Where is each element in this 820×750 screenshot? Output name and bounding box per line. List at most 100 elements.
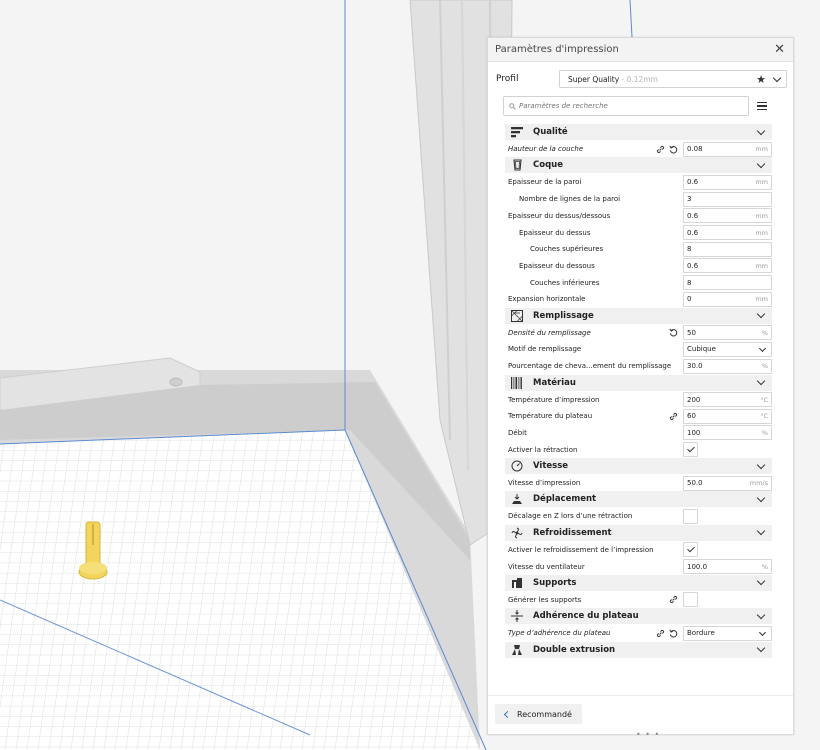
category-double-extrusion[interactable]: Double extrusion — [505, 641, 772, 658]
setting-input[interactable]: 8 — [683, 241, 772, 257]
setting-input[interactable]: 0.6 mm — [683, 208, 772, 224]
setting-unit: °C — [760, 412, 768, 421]
category-materiau[interactable]: Matériau — [505, 374, 772, 391]
category-supports[interactable]: Supports — [505, 574, 772, 591]
setting-row: Hauteur de la couche 0.08 mm — [505, 141, 772, 158]
search-input[interactable] — [516, 102, 739, 110]
setting-value: 50 — [687, 328, 696, 337]
setting-unit: % — [761, 328, 768, 337]
setting-value: 0.6 — [687, 228, 699, 237]
chevron-down-icon — [756, 493, 766, 503]
search-field[interactable] — [503, 96, 749, 116]
setting-input[interactable]: 0.6 mm — [683, 258, 772, 274]
category-remplissage[interactable]: Remplissage — [505, 307, 772, 324]
category-vitesse[interactable]: Vitesse — [505, 458, 772, 474]
setting-checkbox[interactable] — [683, 442, 698, 458]
travel-icon — [510, 493, 524, 505]
setting-input[interactable]: 30.0% — [683, 358, 772, 374]
favorite-star-icon[interactable]: ★ — [756, 73, 766, 86]
setting-input[interactable]: 3 — [683, 191, 772, 207]
setting-label: Nombre de lignes de la paroi — [519, 195, 621, 204]
category-coque[interactable]: Coque — [505, 157, 772, 174]
reset-icon[interactable] — [669, 328, 678, 337]
setting-dropdown[interactable]: Bordure — [683, 625, 772, 641]
profile-label: Profil — [496, 74, 519, 84]
setting-value: 100.0 — [687, 562, 708, 571]
setting-dropdown[interactable]: Cubique — [683, 341, 772, 357]
category-label: Adhérence du plateau — [533, 611, 639, 622]
link-icon[interactable] — [656, 629, 665, 638]
setting-label: Épaisseur du dessus/dessous — [508, 211, 611, 220]
speed-icon — [510, 460, 524, 472]
setting-label: Température d’impression — [508, 395, 600, 404]
link-icon[interactable] — [669, 595, 678, 604]
setting-checkbox[interactable] — [683, 508, 698, 524]
setting-input[interactable]: 50% — [683, 325, 772, 341]
setting-row: Débit 100% — [505, 425, 772, 442]
setting-row: Couches inférieures 8 — [505, 274, 772, 291]
chevron-down-icon — [756, 527, 766, 536]
setting-row: Épaisseur du dessous 0.6 mm — [505, 258, 772, 275]
setting-icons — [669, 412, 678, 421]
link-icon[interactable] — [656, 145, 665, 154]
setting-icons — [669, 328, 678, 337]
setting-input[interactable]: 50.0 mm/s — [683, 475, 772, 491]
close-icon[interactable]: ✕ — [774, 43, 785, 56]
category-label: Refroidissement — [533, 527, 612, 538]
settings-visibility-menu-icon[interactable] — [757, 101, 767, 111]
setting-input[interactable]: 60 °C — [683, 408, 772, 424]
setting-row: Température d’impression 200 °C — [505, 391, 772, 408]
category-refroidissement[interactable]: Refroidissement — [505, 524, 772, 541]
quality-icon — [510, 126, 524, 138]
dual-extrusion-icon — [510, 644, 524, 656]
setting-checkbox[interactable] — [683, 542, 698, 558]
setting-value: 30.0 — [687, 362, 703, 371]
setting-input[interactable]: 0.6 mm — [683, 225, 772, 241]
setting-input[interactable]: 100.0% — [683, 559, 772, 575]
chevron-left-icon — [503, 710, 512, 718]
recommended-mode-button[interactable]: Recommandé — [495, 704, 582, 724]
profile-dropdown[interactable]: Super Quality - 0.12mm ★ — [559, 70, 787, 88]
profile-name: Super Quality — [568, 74, 620, 84]
panel-footer: Recommandé • • • — [488, 695, 793, 739]
chevron-down-icon — [756, 643, 766, 653]
print-settings-panel: Paramètres d'impression ✕ Profil Super Q… — [487, 37, 794, 739]
setting-input[interactable]: 8 — [683, 275, 772, 291]
setting-value: 3 — [687, 195, 692, 204]
setting-unit: mm — [755, 211, 768, 220]
category-deplacement[interactable]: Déplacement — [505, 491, 772, 508]
setting-value: 50.0 — [687, 479, 703, 488]
resize-handle[interactable]: • • • — [636, 730, 660, 739]
link-icon[interactable] — [669, 412, 678, 421]
setting-input[interactable]: 0.08 mm — [683, 141, 772, 157]
category-adherence-du-plateau[interactable]: Adhérence du plateau — [505, 608, 772, 625]
setting-input[interactable]: 0.6 mm — [683, 174, 772, 190]
setting-label: Activer la rétraction — [508, 445, 578, 454]
panel-header: Paramètres d'impression ✕ — [488, 38, 793, 62]
setting-row: Épaisseur de la paroi 0.6 mm — [505, 174, 772, 191]
setting-row: Vitesse du ventilateur 100.0% — [505, 558, 772, 575]
setting-input[interactable]: 200 °C — [683, 392, 772, 408]
setting-checkbox[interactable] — [683, 592, 698, 608]
setting-value: 200 — [687, 395, 701, 404]
setting-icons — [656, 629, 678, 638]
setting-row: Pourcentage de cheva...ement du rempliss… — [505, 358, 772, 375]
setting-input[interactable]: 0 mm — [683, 291, 772, 307]
setting-label: Type d’adhérence du plateau — [508, 629, 611, 638]
reset-icon[interactable] — [669, 629, 678, 638]
chevron-down-icon — [756, 126, 766, 135]
material-icon — [510, 376, 524, 389]
chevron-down-icon — [758, 344, 767, 352]
chevron-down-icon — [756, 376, 766, 386]
reset-icon[interactable] — [669, 145, 678, 154]
category-label: Matériau — [533, 377, 576, 388]
chevron-down-icon — [756, 159, 766, 169]
profile-row: Profil Super Quality - 0.12mm ★ — [496, 70, 788, 88]
setting-input[interactable]: 100% — [683, 425, 772, 441]
setting-label: Couches supérieures — [530, 245, 604, 254]
category-label: Coque — [533, 160, 563, 171]
setting-unit: % — [761, 562, 768, 571]
category-label: Qualité — [533, 127, 568, 137]
category-qualite[interactable]: Qualité — [505, 124, 772, 140]
setting-label: Générer les supports — [508, 595, 582, 604]
